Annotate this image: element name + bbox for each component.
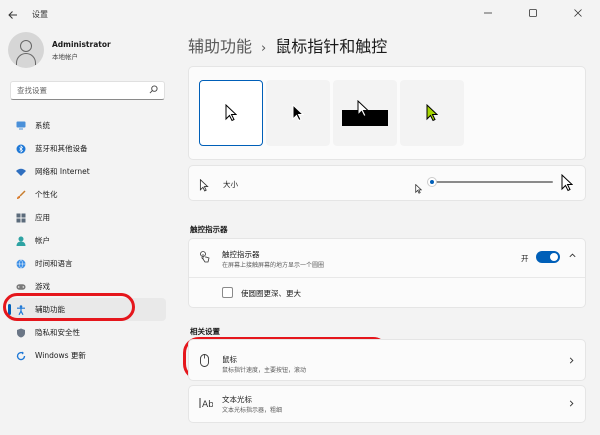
inverted-cursor-icon <box>342 100 388 126</box>
svg-text:Ab: Ab <box>202 400 213 409</box>
cursor-style-card <box>188 66 586 160</box>
user-name: Administrator <box>52 39 111 49</box>
search-input[interactable] <box>17 86 147 95</box>
gamepad-icon <box>16 282 26 292</box>
sidebar-item-windows-update[interactable]: Windows 更新 <box>8 344 166 367</box>
touch-indicator-section-title: 触控指示器 <box>190 225 228 234</box>
sidebar-item-time-language[interactable]: 时间和语言 <box>8 252 166 275</box>
sidebar-item-personalization[interactable]: 个性化 <box>8 183 166 206</box>
touch-indicator-toggle[interactable] <box>536 251 560 263</box>
darker-larger-circle-checkbox[interactable] <box>222 287 233 298</box>
chevron-right-icon <box>567 399 576 411</box>
text-cursor-description: 文本光标指示器，粗细 <box>222 407 283 414</box>
back-arrow-icon[interactable] <box>4 6 22 24</box>
mouse-title: 鼠标 <box>222 355 237 364</box>
slider-thumb[interactable] <box>427 178 436 186</box>
page-title: 鼠标指针和触控 <box>275 37 388 56</box>
breadcrumb-parent[interactable]: 辅助功能 <box>188 33 252 57</box>
account-type: 本地帐户 <box>52 52 78 61</box>
touch-icon <box>199 251 210 266</box>
chevron-right-icon <box>567 356 576 368</box>
minimize-icon[interactable] <box>465 0 510 26</box>
title-bar: 设置 <box>0 0 600 30</box>
mouse-description: 鼠标指针速度，主要按钮，滚动 <box>222 367 307 374</box>
sidebar-item-gaming[interactable]: 游戏 <box>8 275 166 298</box>
sidebar-item-apps[interactable]: 应用 <box>8 206 166 229</box>
globe-icon <box>16 258 26 269</box>
cursor-style-custom[interactable] <box>400 80 464 146</box>
system-icon <box>16 121 26 131</box>
sidebar-item-accessibility[interactable]: 辅助功能 <box>8 298 166 321</box>
search-box[interactable] <box>10 81 165 100</box>
account-icon <box>16 236 26 246</box>
cursor-style-black[interactable] <box>266 80 330 146</box>
toggle-state-label: 开 <box>521 254 529 263</box>
apps-icon <box>16 213 26 223</box>
black-cursor-icon <box>292 104 304 122</box>
accessibility-icon <box>16 304 26 315</box>
sidebar-item-privacy[interactable]: 隐私和安全性 <box>8 321 166 344</box>
sidebar-item-bluetooth[interactable]: 蓝牙和其他设备 <box>8 137 166 160</box>
update-icon <box>16 351 26 361</box>
wifi-icon <box>16 167 26 177</box>
related-settings-title: 相关设置 <box>190 327 220 336</box>
close-icon[interactable] <box>555 0 600 26</box>
bluetooth-icon <box>16 144 26 154</box>
sidebar-item-system[interactable]: 系统 <box>8 114 166 137</box>
text-cursor-title: 文本光标 <box>222 395 252 404</box>
chevron-up-icon[interactable] <box>568 251 577 263</box>
sidebar-nav: 系统 蓝牙和其他设备 网络和 Internet 个性化 应用 帐户 时间和语言 … <box>8 114 166 367</box>
user-profile[interactable]: Administrator 本地帐户 <box>8 32 111 68</box>
breadcrumb-separator: › <box>261 41 267 56</box>
mouse-settings-link[interactable]: 鼠标 鼠标指针速度，主要按钮，滚动 <box>188 339 586 381</box>
white-cursor-icon <box>225 104 237 122</box>
touch-indicator-card: 触控指示器 在屏幕上接触屏幕的地方显示一个圆圈 开 使圆圈更深、更大 <box>188 238 586 308</box>
text-cursor-settings-link[interactable]: Ab 文本光标 文本光标指示器，粗细 <box>188 385 586 423</box>
search-icon[interactable] <box>149 85 158 97</box>
app-title: 设置 <box>32 10 48 19</box>
mouse-icon <box>200 354 209 370</box>
maximize-icon[interactable] <box>510 0 555 26</box>
small-cursor-icon <box>415 179 423 198</box>
slider-track <box>428 181 553 183</box>
cursor-size-slider[interactable] <box>427 178 553 186</box>
custom-cursor-icon <box>426 104 438 122</box>
cursor-style-inverted[interactable] <box>333 80 397 146</box>
divider <box>189 277 585 278</box>
cursor-style-white[interactable] <box>199 80 263 146</box>
sidebar-item-network[interactable]: 网络和 Internet <box>8 160 166 183</box>
sidebar-item-accounts[interactable]: 帐户 <box>8 229 166 252</box>
brush-icon <box>16 189 26 200</box>
shield-icon <box>16 328 26 338</box>
large-cursor-icon <box>561 173 574 196</box>
size-label: 大小 <box>223 180 238 189</box>
window-controls <box>465 0 600 26</box>
avatar <box>8 32 44 68</box>
touch-indicator-description: 在屏幕上接触屏幕的地方显示一个圆圈 <box>222 262 325 269</box>
breadcrumb: 辅助功能 › 鼠标指针和触控 <box>188 33 387 57</box>
darker-larger-circle-label: 使圆圈更深、更大 <box>241 289 301 298</box>
text-cursor-icon: Ab <box>199 397 214 412</box>
cursor-size-icon <box>199 177 209 196</box>
touch-indicator-title: 触控指示器 <box>222 250 260 259</box>
